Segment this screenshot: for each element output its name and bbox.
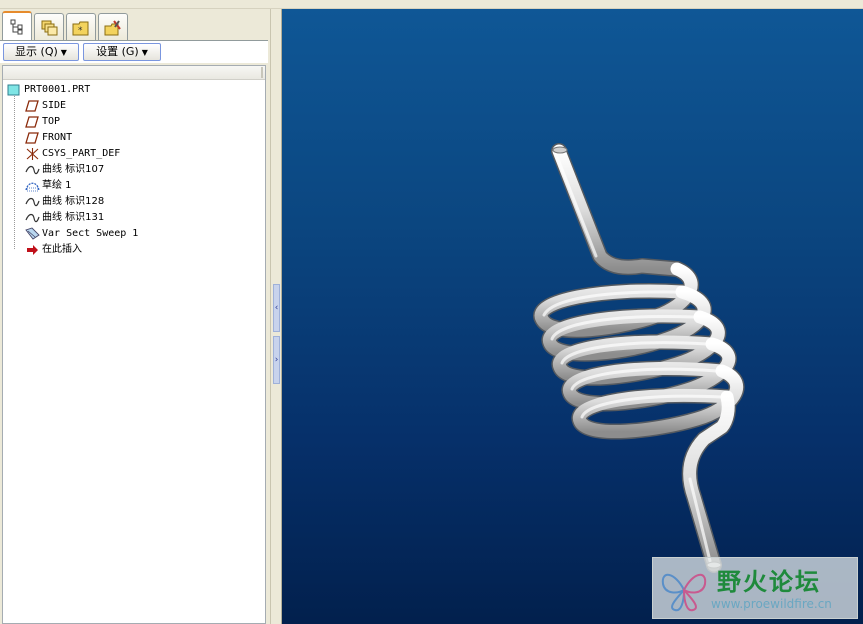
tree-item-label: 曲线 标识128 [42, 196, 105, 207]
insert-here-arrow-icon [27, 245, 38, 255]
tree-root-label: PRT0001.PRT [24, 84, 91, 95]
chevron-down-icon: ▼ [60, 48, 67, 57]
tree-item-label: 曲线 标识131 [42, 212, 105, 223]
chevron-down-icon: ▼ [141, 48, 148, 57]
show-menu-label: 显示 (Q) [15, 45, 58, 58]
model-tree-toolbar: 显示 (Q) ▼ 设置 (G) ▼ [0, 41, 268, 63]
model-tree: PRT0001.PRT SIDE TOP FRONT CSYS_PART_DEF… [2, 65, 266, 624]
datum-curve-icon [25, 165, 40, 175]
datum-plane-icon [25, 100, 39, 112]
layers-icon [41, 20, 58, 36]
sketch-icon [25, 182, 40, 192]
tab-layers[interactable] [34, 13, 64, 41]
svg-text:*: * [78, 26, 83, 36]
tab-folder-browser[interactable]: * [66, 13, 96, 41]
spring-model[interactable] [282, 9, 863, 624]
datum-plane-icon [25, 116, 39, 128]
tree-item-label: 曲线 标识107 [42, 164, 105, 175]
tree-item-label: FRONT [42, 132, 73, 143]
watermark-url: www.proewildfire.cn [711, 597, 832, 611]
datum-curve-icon [25, 197, 40, 207]
navigator-tabs: * [0, 9, 270, 41]
watermark-title: 野火论坛 [717, 568, 821, 596]
datum-curve-icon [25, 213, 40, 223]
folder-browser-icon: * [72, 21, 89, 36]
tree-item-label: SIDE [42, 100, 67, 111]
top-menu-strip [0, 0, 863, 9]
navigator-panel: * 显示 (Q) ▼ 设置 (G) ▼ PRT0001.PRT SIDE TOP… [0, 9, 270, 624]
collapse-panel-button[interactable]: ‹ [273, 284, 280, 332]
tree-item-label: Var Sect Sweep 1 [42, 228, 139, 239]
tab-favorites[interactable] [98, 13, 128, 41]
expand-panel-button[interactable]: › [273, 336, 280, 384]
butterfly-logo-icon [661, 574, 707, 612]
collapse-glyph: ‹ [274, 303, 279, 313]
model-tree-icon [10, 19, 23, 35]
tree-item-label: 草绘 1 [42, 180, 72, 191]
tree-item-label: CSYS_PART_DEF [42, 148, 121, 159]
sweep-icon [25, 227, 40, 240]
show-menu-button[interactable]: 显示 (Q) ▼ [3, 43, 79, 61]
tree-item-label: 在此插入 [42, 244, 82, 255]
coordinate-system-icon [26, 148, 39, 160]
tab-model-tree[interactable] [2, 11, 32, 41]
favorites-icon [104, 20, 121, 36]
graphics-window[interactable] [282, 9, 863, 624]
tree-column-header[interactable] [3, 66, 265, 80]
forum-watermark: 野火论坛 www.proewildfire.cn [652, 557, 858, 619]
panel-sash[interactable]: ‹ › [270, 9, 282, 624]
datum-plane-icon [25, 132, 39, 144]
tree-item-label: TOP [42, 116, 61, 127]
settings-menu-label: 设置 (G) [96, 45, 139, 58]
part-icon [7, 84, 20, 96]
settings-menu-button[interactable]: 设置 (G) ▼ [83, 43, 161, 61]
expand-glyph: › [274, 355, 279, 365]
